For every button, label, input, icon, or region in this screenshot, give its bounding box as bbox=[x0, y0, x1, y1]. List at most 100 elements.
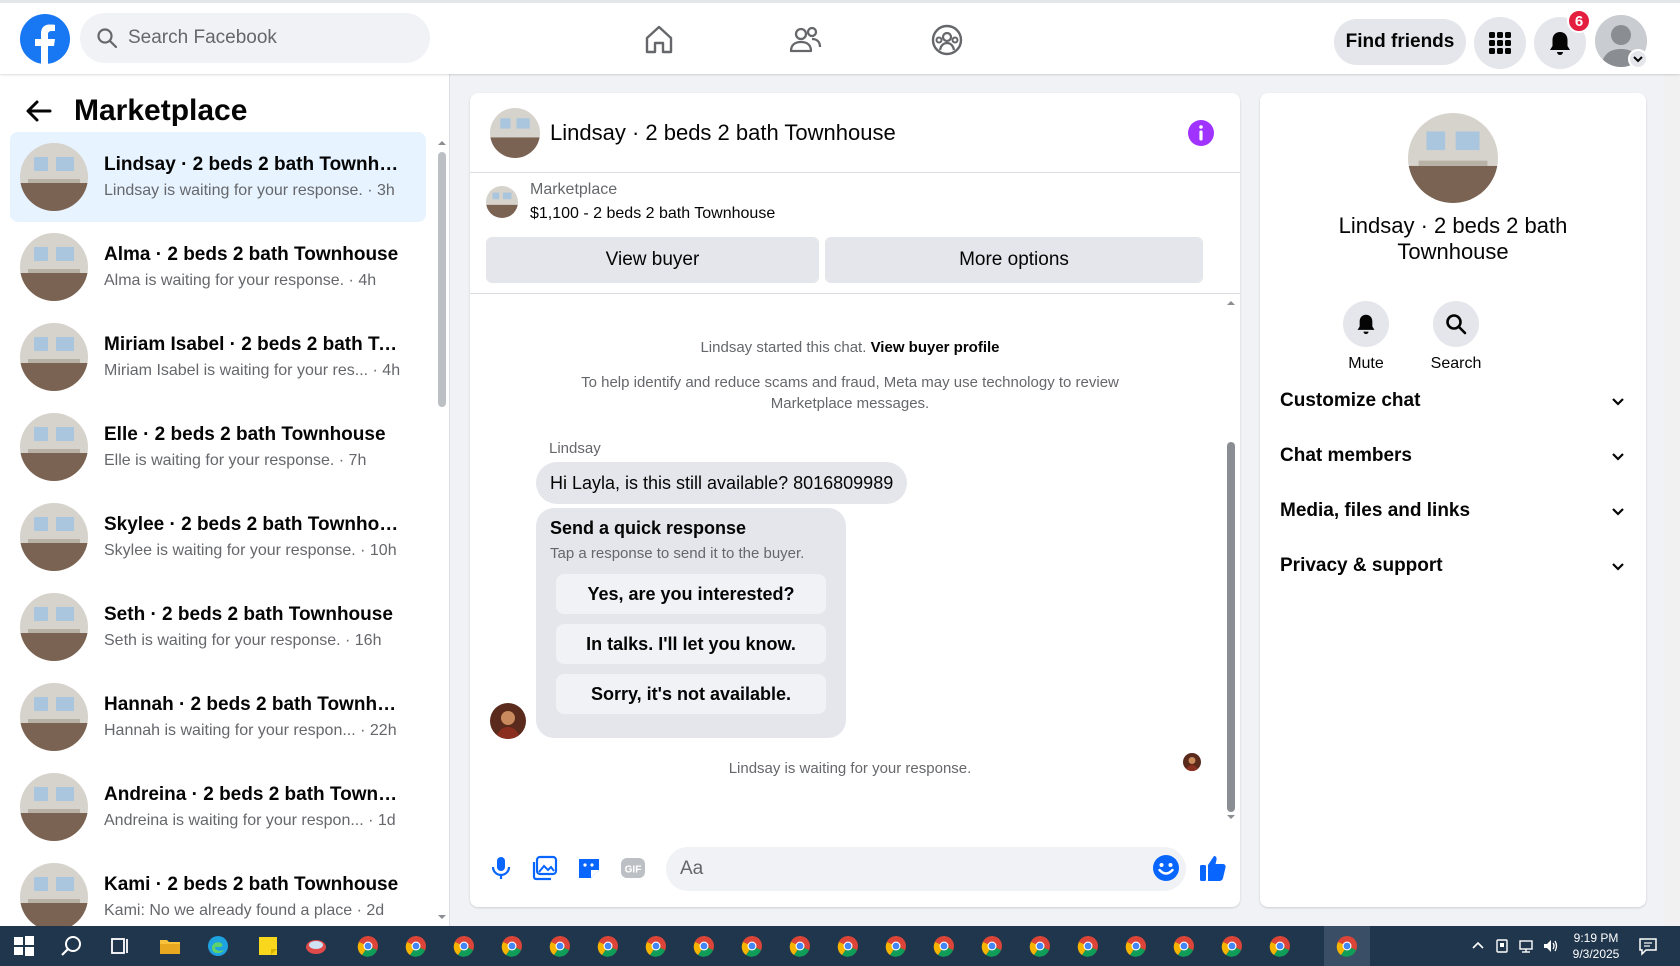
more-options-button[interactable]: More options bbox=[825, 237, 1203, 283]
chrome-icon[interactable] bbox=[356, 934, 380, 958]
chrome-profile-icon[interactable] bbox=[644, 934, 668, 958]
find-friends-button[interactable]: Find friends bbox=[1334, 19, 1466, 65]
conversation-preview: Seth is waiting for your response. · 16h bbox=[104, 632, 382, 649]
mute-action[interactable]: Mute bbox=[1326, 301, 1406, 373]
network-icon[interactable] bbox=[1518, 938, 1534, 954]
action-center-icon[interactable] bbox=[1638, 936, 1658, 956]
home-icon[interactable] bbox=[642, 23, 676, 57]
listing-thumbnail bbox=[20, 143, 88, 211]
mute-label: Mute bbox=[1348, 355, 1384, 372]
conversation-item-hannah[interactable]: Hannah · 2 beds 2 bath Townhou... Hannah… bbox=[10, 672, 426, 762]
chrome-profile-icon[interactable] bbox=[1076, 934, 1100, 958]
search-action[interactable]: Search bbox=[1416, 301, 1496, 373]
conversation-preview: Alma is waiting for your response. · 4h bbox=[104, 272, 377, 289]
view-buyer-button[interactable]: View buyer bbox=[486, 237, 819, 283]
photo-icon[interactable] bbox=[532, 855, 558, 881]
chrome-profile-icon[interactable] bbox=[932, 934, 956, 958]
chrome-active-icon[interactable] bbox=[1335, 934, 1359, 958]
chrome-profile-icon[interactable] bbox=[1172, 934, 1196, 958]
windows-start-icon[interactable] bbox=[12, 934, 36, 958]
conversation-item-seth[interactable]: Seth · 2 beds 2 bath Townhouse Seth is w… bbox=[10, 582, 426, 672]
chrome-profile-icon[interactable] bbox=[596, 934, 620, 958]
info-icon[interactable] bbox=[1187, 119, 1215, 147]
chrome-profile-icon[interactable] bbox=[692, 934, 716, 958]
quick-reply-not-available-button[interactable]: Sorry, it's not available. bbox=[556, 674, 826, 714]
sticky-notes-icon[interactable] bbox=[256, 934, 280, 958]
groups-icon[interactable] bbox=[930, 23, 964, 57]
media-files-links-section[interactable]: Media, files and links bbox=[1280, 491, 1626, 531]
volume-icon[interactable] bbox=[1542, 938, 1558, 954]
chrome-profile-icon[interactable] bbox=[452, 934, 476, 958]
menu-button[interactable] bbox=[1474, 17, 1526, 69]
chrome-profile-icon[interactable] bbox=[836, 934, 860, 958]
app-icon[interactable] bbox=[304, 934, 328, 958]
conversation-title: Lindsay · 2 beds 2 bath Townhou... bbox=[104, 154, 404, 175]
back-arrow-icon[interactable] bbox=[24, 96, 54, 126]
chrome-profile-icon[interactable] bbox=[740, 934, 764, 958]
sidebar-header: Marketplace bbox=[24, 88, 247, 134]
conversation-item-andreina[interactable]: Andreina · 2 beds 2 bath Townho... Andre… bbox=[10, 762, 426, 852]
conversation-item-skylee[interactable]: Skylee · 2 beds 2 bath Townhouse Skylee … bbox=[10, 492, 426, 582]
chrome-profile-icon[interactable] bbox=[500, 934, 524, 958]
privacy-support-section[interactable]: Privacy & support bbox=[1280, 546, 1626, 586]
listing-summary[interactable]: Marketplace $1,100 - 2 beds 2 bath Townh… bbox=[486, 181, 775, 223]
chat-details-panel: Lindsay · 2 beds 2 bath Townhouse Mute S… bbox=[1260, 93, 1646, 907]
chrome-profile-icon[interactable] bbox=[788, 934, 812, 958]
search-in-chat-button[interactable] bbox=[1433, 301, 1479, 347]
system-clock[interactable]: 9:19 PM 9/3/2025 bbox=[1570, 930, 1622, 962]
facebook-logo-icon[interactable] bbox=[19, 13, 71, 65]
scroll-up-arrow-icon[interactable] bbox=[1226, 298, 1236, 308]
conversation-item-alma[interactable]: Alma · 2 beds 2 bath Townhouse Alma is w… bbox=[10, 222, 426, 312]
taskbar-search-icon[interactable] bbox=[60, 934, 84, 958]
tray-chevron-up-icon[interactable] bbox=[1470, 938, 1486, 954]
scroll-down-arrow-icon[interactable] bbox=[1226, 812, 1236, 822]
gif-icon[interactable]: GIF bbox=[620, 855, 646, 881]
search-input[interactable] bbox=[128, 27, 398, 49]
page-scrollbar[interactable] bbox=[1664, 74, 1680, 926]
quick-reply-yes-button[interactable]: Yes, are you interested? bbox=[556, 574, 826, 614]
details-listing-thumbnail[interactable] bbox=[1408, 113, 1498, 203]
chrome-profile-icon[interactable] bbox=[980, 934, 1004, 958]
quick-reply-in-talks-button[interactable]: In talks. I'll let you know. bbox=[556, 624, 826, 664]
customize-chat-section[interactable]: Customize chat bbox=[1280, 381, 1626, 421]
top-navigation-bar: Find friends 6 bbox=[0, 0, 1680, 74]
message-input[interactable] bbox=[666, 847, 1186, 891]
chrome-profile-icon[interactable] bbox=[1028, 934, 1052, 958]
chrome-profile-icon[interactable] bbox=[548, 934, 572, 958]
sidebar-scrollbar[interactable] bbox=[438, 152, 446, 407]
chat-scrollbar[interactable] bbox=[1227, 442, 1235, 812]
chrome-profile-icon[interactable] bbox=[1268, 934, 1292, 958]
clock-time: 9:19 PM bbox=[1573, 931, 1619, 945]
message-bubble[interactable]: Hi Layla, is this still available? 80168… bbox=[536, 462, 908, 504]
chrome-profile-icon[interactable] bbox=[1220, 934, 1244, 958]
message-composer: GIF bbox=[470, 833, 1240, 907]
conversation-item-elle[interactable]: Elle · 2 beds 2 bath Townhouse Elle is w… bbox=[10, 402, 426, 492]
edge-browser-icon[interactable] bbox=[206, 934, 230, 958]
tray-device-icon[interactable] bbox=[1494, 938, 1510, 954]
chat-title[interactable]: Lindsay · 2 beds 2 bath Townhouse bbox=[550, 120, 896, 146]
scroll-down-arrow-icon[interactable] bbox=[437, 912, 447, 922]
task-view-icon[interactable] bbox=[108, 934, 132, 958]
conversation-item-miriam-isabel[interactable]: Miriam Isabel · 2 beds 2 bath To... Miri… bbox=[10, 312, 426, 402]
chat-members-section[interactable]: Chat members bbox=[1280, 436, 1626, 476]
notification-count-badge: 6 bbox=[1567, 9, 1591, 33]
conversation-item-lindsay[interactable]: Lindsay · 2 beds 2 bath Townhou... Linds… bbox=[10, 132, 426, 222]
microphone-icon[interactable] bbox=[488, 855, 514, 881]
view-buyer-profile-link[interactable]: View buyer profile bbox=[871, 339, 1000, 356]
friends-icon[interactable] bbox=[788, 23, 822, 57]
conversation-preview: Miriam Isabel is waiting for your res...… bbox=[104, 362, 401, 379]
thumbs-up-icon[interactable] bbox=[1198, 853, 1228, 883]
mute-button[interactable] bbox=[1343, 301, 1389, 347]
bell-icon bbox=[1550, 32, 1570, 55]
emoji-icon[interactable] bbox=[1152, 854, 1180, 882]
chat-listing-thumbnail[interactable] bbox=[490, 107, 540, 158]
scroll-up-arrow-icon[interactable] bbox=[437, 138, 447, 148]
account-menu-chevron[interactable] bbox=[1628, 49, 1648, 69]
chrome-profile-icon[interactable] bbox=[1124, 934, 1148, 958]
chrome-profile-icon[interactable] bbox=[404, 934, 428, 958]
chrome-profile-icon[interactable] bbox=[884, 934, 908, 958]
facebook-search[interactable] bbox=[80, 13, 430, 63]
sender-avatar[interactable] bbox=[490, 703, 526, 739]
sticker-icon[interactable] bbox=[576, 855, 602, 881]
file-explorer-icon[interactable] bbox=[158, 934, 182, 958]
